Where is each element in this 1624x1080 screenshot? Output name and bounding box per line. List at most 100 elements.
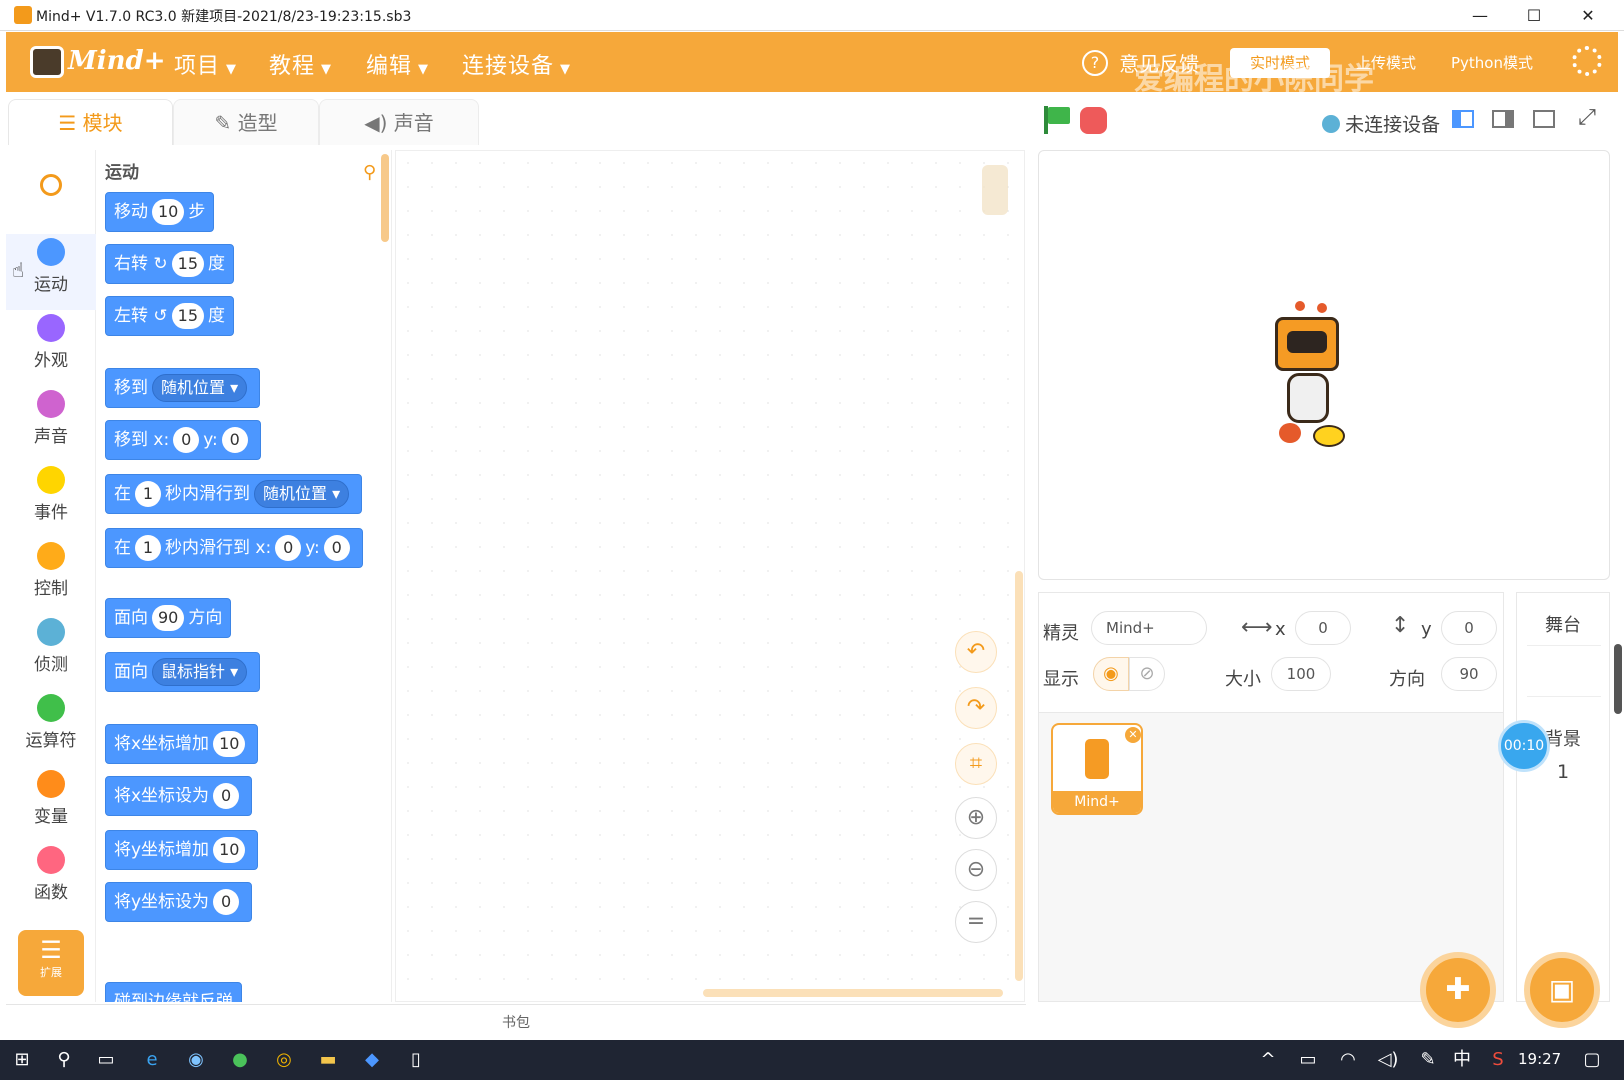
zoom-in-icon[interactable]: ⊕ — [955, 797, 997, 839]
script-area[interactable]: ↶ ↷ ⌗ ⊕ ⊖ = — [395, 150, 1025, 1002]
menu-tutorial[interactable]: 教程 ▼ — [269, 48, 332, 80]
degrees-input[interactable]: 15 — [171, 303, 205, 329]
block-goto-xy[interactable]: 移到 x: 0 y: 0 — [105, 420, 261, 460]
delete-sprite-icon[interactable]: ✕ — [1125, 727, 1141, 743]
ime-indicator[interactable]: 中 — [1450, 1048, 1474, 1072]
wifi-icon[interactable]: ◠ — [1336, 1048, 1360, 1072]
category-functions[interactable]: 函数 — [6, 842, 96, 918]
x-input[interactable]: 0 — [275, 535, 302, 561]
seconds-input[interactable]: 1 — [135, 481, 161, 507]
add-backdrop-button[interactable]: ▣ — [1524, 952, 1600, 1028]
y-input[interactable]: 0 — [221, 427, 248, 453]
block-turn-left[interactable]: 左转 ↺ 15 度 — [105, 296, 235, 336]
block-change-x[interactable]: 将x坐标增加 10 — [105, 724, 259, 764]
category-variables[interactable]: 变量 — [6, 766, 96, 842]
undo-icon[interactable]: ↶ — [955, 631, 997, 673]
volume-icon[interactable]: ◁) — [1376, 1048, 1400, 1072]
block-change-y[interactable]: 将y坐标增加 10 — [105, 830, 259, 870]
stage-pane-scrollbar[interactable] — [1614, 644, 1622, 714]
pin-icon[interactable]: ⚲ — [363, 162, 376, 183]
block-glide-to[interactable]: 在 1 秒内滑行到 随机位置 ▾ — [105, 474, 363, 514]
block-set-x[interactable]: 将x坐标设为 0 — [105, 776, 253, 816]
sprite-name-input[interactable]: Mind+ — [1091, 611, 1207, 645]
category-events[interactable]: 事件 — [6, 462, 96, 538]
degrees-input[interactable]: 15 — [171, 251, 205, 277]
stop-icon[interactable] — [1080, 107, 1107, 134]
stage-canvas[interactable] — [1038, 150, 1610, 580]
layout-small-stage-icon[interactable] — [1452, 110, 1474, 128]
block-point-towards[interactable]: 面向 鼠标指针 ▾ — [105, 652, 261, 692]
zoom-out-icon[interactable]: ⊖ — [955, 849, 997, 891]
notification-icon[interactable]: ▢ — [1580, 1048, 1604, 1072]
sogou-icon[interactable]: S — [1486, 1048, 1510, 1072]
block-point-direction[interactable]: 面向 90 方向 — [105, 598, 232, 638]
maximize-button[interactable]: ☐ — [1511, 0, 1557, 31]
mindplus-robot-sprite[interactable] — [1267, 301, 1357, 451]
block-bounce-edge[interactable]: 碰到边缘就反弹 — [105, 982, 242, 1002]
block-goto[interactable]: 移到 随机位置 ▾ — [105, 368, 261, 408]
device-status[interactable]: 未连接设备 — [1322, 110, 1440, 137]
pen-icon[interactable]: ✎ — [1416, 1048, 1440, 1072]
browser-icon[interactable]: ◉ — [184, 1048, 208, 1072]
mindplus-taskbar-icon[interactable]: ◆ — [360, 1048, 384, 1072]
menu-project[interactable]: 项目 ▼ — [174, 48, 237, 80]
hidden-eye-icon[interactable]: ⊘ — [1129, 657, 1165, 691]
menu-connect-device[interactable]: 连接设备 ▼ — [462, 48, 571, 80]
green-flag-icon[interactable] — [1044, 106, 1072, 134]
task-view-icon[interactable]: ▭ — [94, 1048, 118, 1072]
x-input[interactable]: 0 — [173, 427, 200, 453]
windows-start-icon[interactable]: ⊞ — [10, 1048, 34, 1072]
layout-normal-stage-icon[interactable] — [1492, 110, 1514, 128]
block-set-y[interactable]: 将y坐标设为 0 — [105, 882, 253, 922]
vertical-scrollbar[interactable] — [1015, 571, 1023, 981]
zoom-reset-icon[interactable]: = — [955, 901, 997, 943]
visible-eye-icon[interactable]: ◉ — [1093, 657, 1129, 691]
category-sound[interactable]: 声音 — [6, 386, 96, 462]
edge-icon[interactable]: e — [140, 1048, 164, 1072]
menu-edit[interactable]: 编辑 ▼ — [366, 48, 429, 80]
category-sensing[interactable]: 侦测 — [6, 614, 96, 690]
backpack-bar[interactable]: 书包 — [6, 1004, 1026, 1038]
clock[interactable]: 19:27 — [1518, 1050, 1561, 1068]
settings-gear-icon[interactable] — [1572, 46, 1602, 76]
glide-target-dropdown[interactable]: 随机位置 ▾ — [254, 480, 350, 508]
redo-icon[interactable]: ↷ — [955, 687, 997, 729]
sprite-tile[interactable]: ✕ Mind+ — [1051, 723, 1143, 815]
seconds-input[interactable]: 1 — [135, 535, 161, 561]
layout-stage-only-icon[interactable] — [1533, 110, 1555, 128]
clean-up-icon[interactable]: ⌗ — [955, 743, 997, 785]
stage-pane[interactable]: 舞台 背景 1 — [1516, 592, 1610, 1002]
chrome-icon[interactable]: ◎ — [272, 1048, 296, 1072]
tray-chevron-up-icon[interactable]: ^ — [1256, 1048, 1280, 1072]
block-glide-xy[interactable]: 在 1 秒内滑行到 x: 0 y: 0 — [105, 528, 363, 568]
document-icon[interactable]: ▯ — [404, 1048, 428, 1072]
close-button[interactable]: ✕ — [1565, 0, 1611, 31]
set-y-input[interactable]: 0 — [213, 889, 240, 915]
tab-sounds[interactable]: ◀) 声音 — [319, 99, 479, 145]
tab-blocks[interactable]: ☰ 模块 — [8, 99, 173, 145]
palette-scrollbar[interactable] — [381, 154, 389, 242]
wechat-icon[interactable]: ● — [228, 1048, 252, 1072]
mode-python[interactable]: Python模式 — [1442, 48, 1542, 78]
minimize-button[interactable]: — — [1457, 0, 1503, 31]
set-x-input[interactable]: 0 — [213, 783, 240, 809]
change-y-input[interactable]: 10 — [213, 837, 246, 863]
category-operators[interactable]: 运算符 — [6, 690, 96, 766]
horizontal-scrollbar[interactable] — [703, 989, 1003, 997]
add-sprite-button[interactable]: ✚ — [1420, 952, 1496, 1028]
fullscreen-icon[interactable]: ⤢ — [1575, 106, 1599, 130]
x-input[interactable]: 0 — [1295, 611, 1351, 645]
file-explorer-icon[interactable]: ▬ — [316, 1048, 340, 1072]
direction-input[interactable]: 90 — [1441, 657, 1497, 691]
search-icon[interactable] — [40, 174, 62, 196]
mindplus-logo[interactable]: Mind+ — [30, 42, 166, 82]
block-turn-right[interactable]: 右转 ↻ 15 度 — [105, 244, 235, 284]
extension-button[interactable]: ☰ 扩展 — [18, 930, 84, 996]
steps-input[interactable]: 10 — [152, 199, 185, 225]
change-x-input[interactable]: 10 — [213, 731, 246, 757]
block-move-steps[interactable]: 移动 10 步 — [105, 192, 215, 232]
towards-dropdown[interactable]: 鼠标指针 ▾ — [152, 658, 248, 686]
size-input[interactable]: 100 — [1271, 657, 1331, 691]
y-input[interactable]: 0 — [1441, 611, 1497, 645]
tab-costumes[interactable]: ✎ 造型 — [173, 99, 319, 145]
